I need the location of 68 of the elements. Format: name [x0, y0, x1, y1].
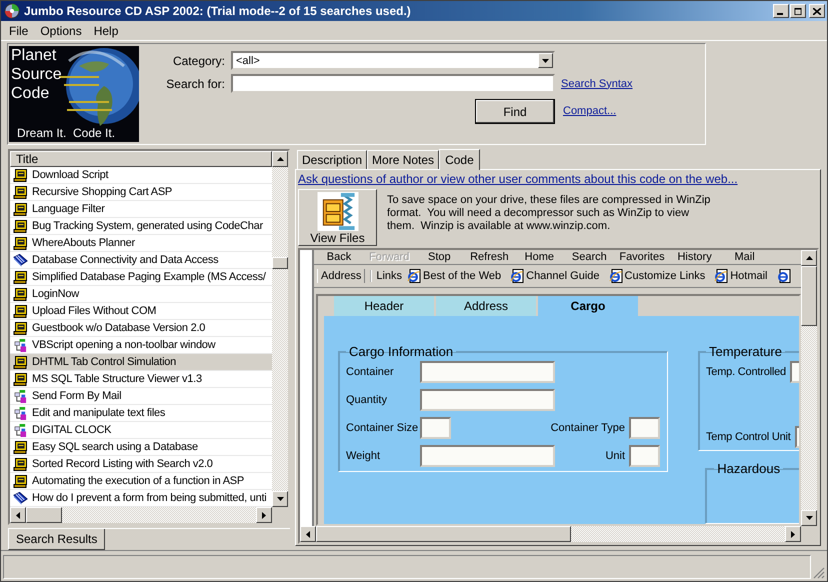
logo-text: Source — [11, 65, 62, 84]
tab[interactable]: Search Results — [8, 529, 106, 550]
result-row[interactable]: Database Connectivity and Data Access — [10, 252, 272, 269]
comments-link[interactable]: Ask questions of author or view other user comments about this code on the web... — [298, 172, 738, 186]
search-label: Search for: — [165, 76, 225, 90]
compact-link[interactable]: Compact... — [561, 104, 633, 116]
result-row[interactable]: MS SQL Table Structure Viewer v1.3 — [10, 371, 272, 388]
link-button[interactable]: Customize Links — [608, 269, 710, 283]
result-row[interactable]: Bug Tracking System, generated using CodeChar — [10, 218, 272, 235]
category-dropdown[interactable]: <all> — [231, 51, 555, 70]
result-row[interactable]: DIGITAL CLOCK — [10, 422, 272, 439]
result-row[interactable]: Download Script — [10, 167, 272, 184]
result-row[interactable]: Language Filter — [10, 201, 272, 218]
toolbar-button[interactable]: Search — [564, 250, 614, 264]
find-button[interactable]: Find — [475, 99, 555, 124]
dropdown-value: <all> — [235, 54, 261, 66]
group-title: Hazardous — [716, 461, 782, 476]
toolbar-button[interactable]: Mail — [720, 250, 770, 264]
logo-text: Code — [11, 84, 50, 103]
result-row[interactable]: WhereAbouts Planner — [10, 235, 272, 252]
result-row[interactable]: Easy SQL search using a Database — [10, 439, 272, 456]
result-row[interactable]: Sorted Record Listing with Search v2.0 — [10, 456, 272, 473]
result-row[interactable]: Simplified Database Paging Example (MS Access/ — [10, 269, 272, 286]
toolbar-button[interactable]: History — [670, 250, 720, 264]
result-row[interactable]: DHTML Tab Control Simulation — [10, 354, 272, 371]
links-label: Links — [370, 270, 402, 282]
result-row[interactable]: Recursive Shopping Cart ASP — [10, 184, 272, 201]
field-label: Temp. Controlled — [706, 366, 786, 378]
link-button[interactable]: Best of the Web — [407, 269, 506, 283]
address-button[interactable]: Address — [317, 269, 366, 283]
toolbar-button[interactable]: Stop — [414, 250, 464, 264]
field-label: Container Type — [550, 422, 626, 434]
toolbar-button[interactable]: Favorites — [614, 250, 670, 264]
result-row[interactable]: Upload Files Without COM — [10, 303, 272, 320]
menu-item[interactable]: Options — [34, 24, 88, 38]
logo-tagline: Dream It. Code It. — [17, 126, 116, 140]
result-row[interactable]: Edit and manipulate text files — [10, 405, 272, 422]
field-label: Container Size — [346, 422, 420, 434]
page-tab[interactable]: Address — [436, 296, 536, 316]
menu-item[interactable]: File — [3, 24, 34, 38]
link-button[interactable]: Hotmail — [714, 269, 772, 283]
page-tab[interactable]: Header — [334, 296, 434, 316]
category-label: Category: — [172, 54, 225, 68]
menu-item[interactable]: Help — [88, 24, 124, 38]
field-label: Unit — [605, 450, 626, 462]
toolbar-button[interactable]: Back — [314, 250, 364, 264]
group-title: Temperature — [708, 344, 783, 359]
result-row[interactable]: Guestbook w/o Database Version 2.0 — [10, 320, 272, 337]
view-files-button[interactable]: View Files — [298, 189, 377, 246]
result-row[interactable]: LoginNow — [10, 286, 272, 303]
link-button[interactable]: Channel Guide — [510, 269, 604, 283]
field-label: Temp Control Unit — [706, 431, 791, 444]
field-label: Container — [346, 366, 395, 378]
toolbar-button[interactable]: Home — [514, 250, 564, 264]
group-title: Cargo Information — [348, 344, 454, 359]
logo-text: Planet — [11, 46, 58, 65]
window-title: Jumbo Resource CD ASP 2002: (Trial mode--2 of 15 searches used.) — [24, 4, 412, 18]
tab[interactable]: Code — [439, 149, 480, 170]
result-row[interactable]: Automating the execution of a function in ASP — [10, 473, 272, 490]
result-row[interactable]: Send Form By Mail — [10, 388, 272, 405]
field-label: Weight — [346, 450, 382, 462]
tab[interactable]: Description — [297, 150, 368, 169]
page-tab[interactable]: Cargo — [538, 296, 638, 316]
column-header[interactable]: Title — [10, 151, 272, 167]
search-syntax-link[interactable]: Search Syntax — [561, 78, 633, 90]
toolbar-button[interactable]: Refresh — [464, 250, 514, 264]
field-label: Quantity — [346, 394, 388, 406]
note-text: To save space on your drive, these files are compressed in WinZip format. You will need a decompressor such as WinZip to view them. Winzip is available at www.winzip.com. — [387, 193, 712, 233]
